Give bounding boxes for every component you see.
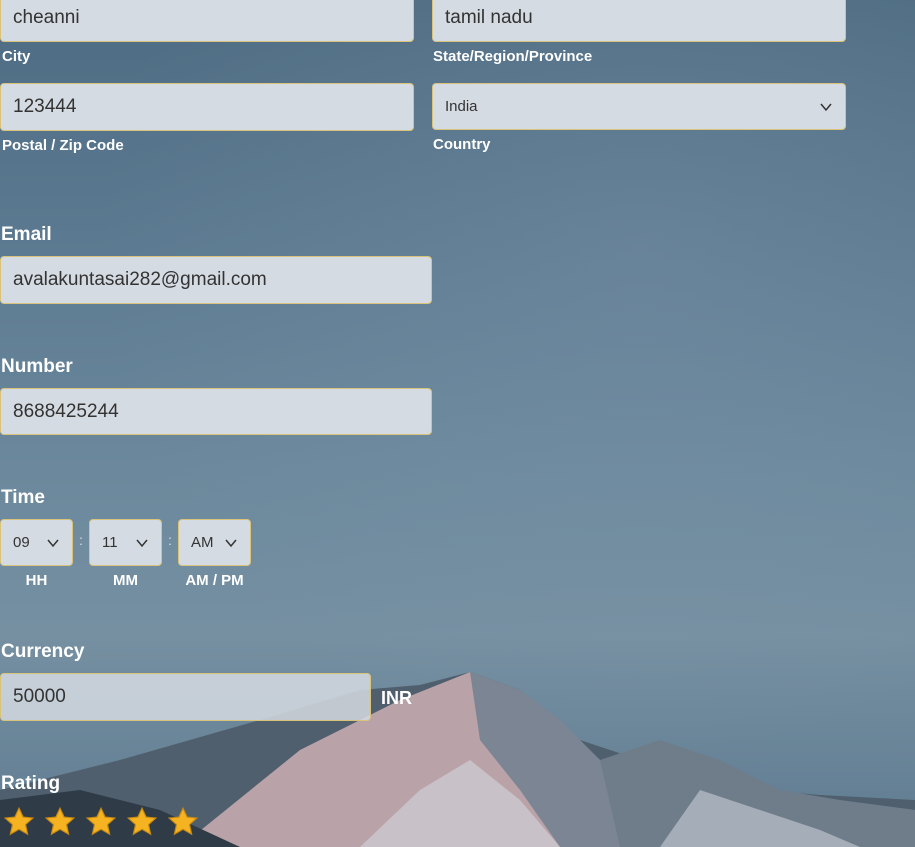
hour-value: 09 (13, 534, 30, 551)
chevron-down-icon (47, 539, 59, 547)
email-label: Email (1, 224, 52, 245)
ampm-value: AM (191, 534, 214, 551)
star-icon[interactable] (84, 805, 118, 839)
hour-label: HH (25, 572, 48, 589)
currency-unit: INR (381, 688, 412, 708)
chevron-down-icon (136, 539, 148, 547)
currency-input[interactable]: 50000 (0, 673, 371, 721)
chevron-down-icon (225, 539, 237, 547)
email-value: avalakuntasai282@gmail.com (13, 269, 267, 290)
country-value: India (445, 98, 478, 115)
star-icon[interactable] (166, 805, 200, 839)
time-separator: : (168, 532, 172, 548)
email-input[interactable]: avalakuntasai282@gmail.com (0, 256, 432, 304)
state-label: State/Region/Province (433, 48, 593, 65)
city-value: cheanni (13, 7, 80, 28)
city-input[interactable]: cheanni (0, 0, 414, 42)
number-label: Number (1, 356, 73, 377)
currency-value: 50000 (13, 686, 66, 707)
minute-select[interactable]: 11 (89, 519, 162, 566)
state-value: tamil nadu (445, 7, 533, 28)
country-select[interactable]: India (432, 83, 846, 130)
country-label: Country (433, 136, 491, 153)
star-icon[interactable] (2, 805, 36, 839)
currency-label: Currency (1, 641, 85, 662)
time-label: Time (1, 487, 46, 508)
star-icon[interactable] (125, 805, 159, 839)
chevron-down-icon (820, 103, 832, 111)
time-separator: : (79, 532, 83, 548)
ampm-select[interactable]: AM (178, 519, 251, 566)
number-value: 8688425244 (13, 400, 119, 422)
number-input[interactable]: 8688425244 (0, 388, 432, 435)
state-input[interactable]: tamil nadu (432, 0, 846, 42)
postal-code-label: Postal / Zip Code (2, 137, 124, 154)
minute-label: MM (113, 572, 138, 589)
rating-label: Rating (1, 773, 61, 794)
postal-code-value: 123444 (13, 96, 77, 117)
minute-value: 11 (102, 534, 118, 551)
ampm-label: AM / PM (185, 572, 244, 589)
hour-select[interactable]: 09 (0, 519, 73, 566)
city-label: City (2, 48, 31, 65)
star-icon[interactable] (43, 805, 77, 839)
postal-code-input[interactable]: 123444 (0, 83, 414, 131)
